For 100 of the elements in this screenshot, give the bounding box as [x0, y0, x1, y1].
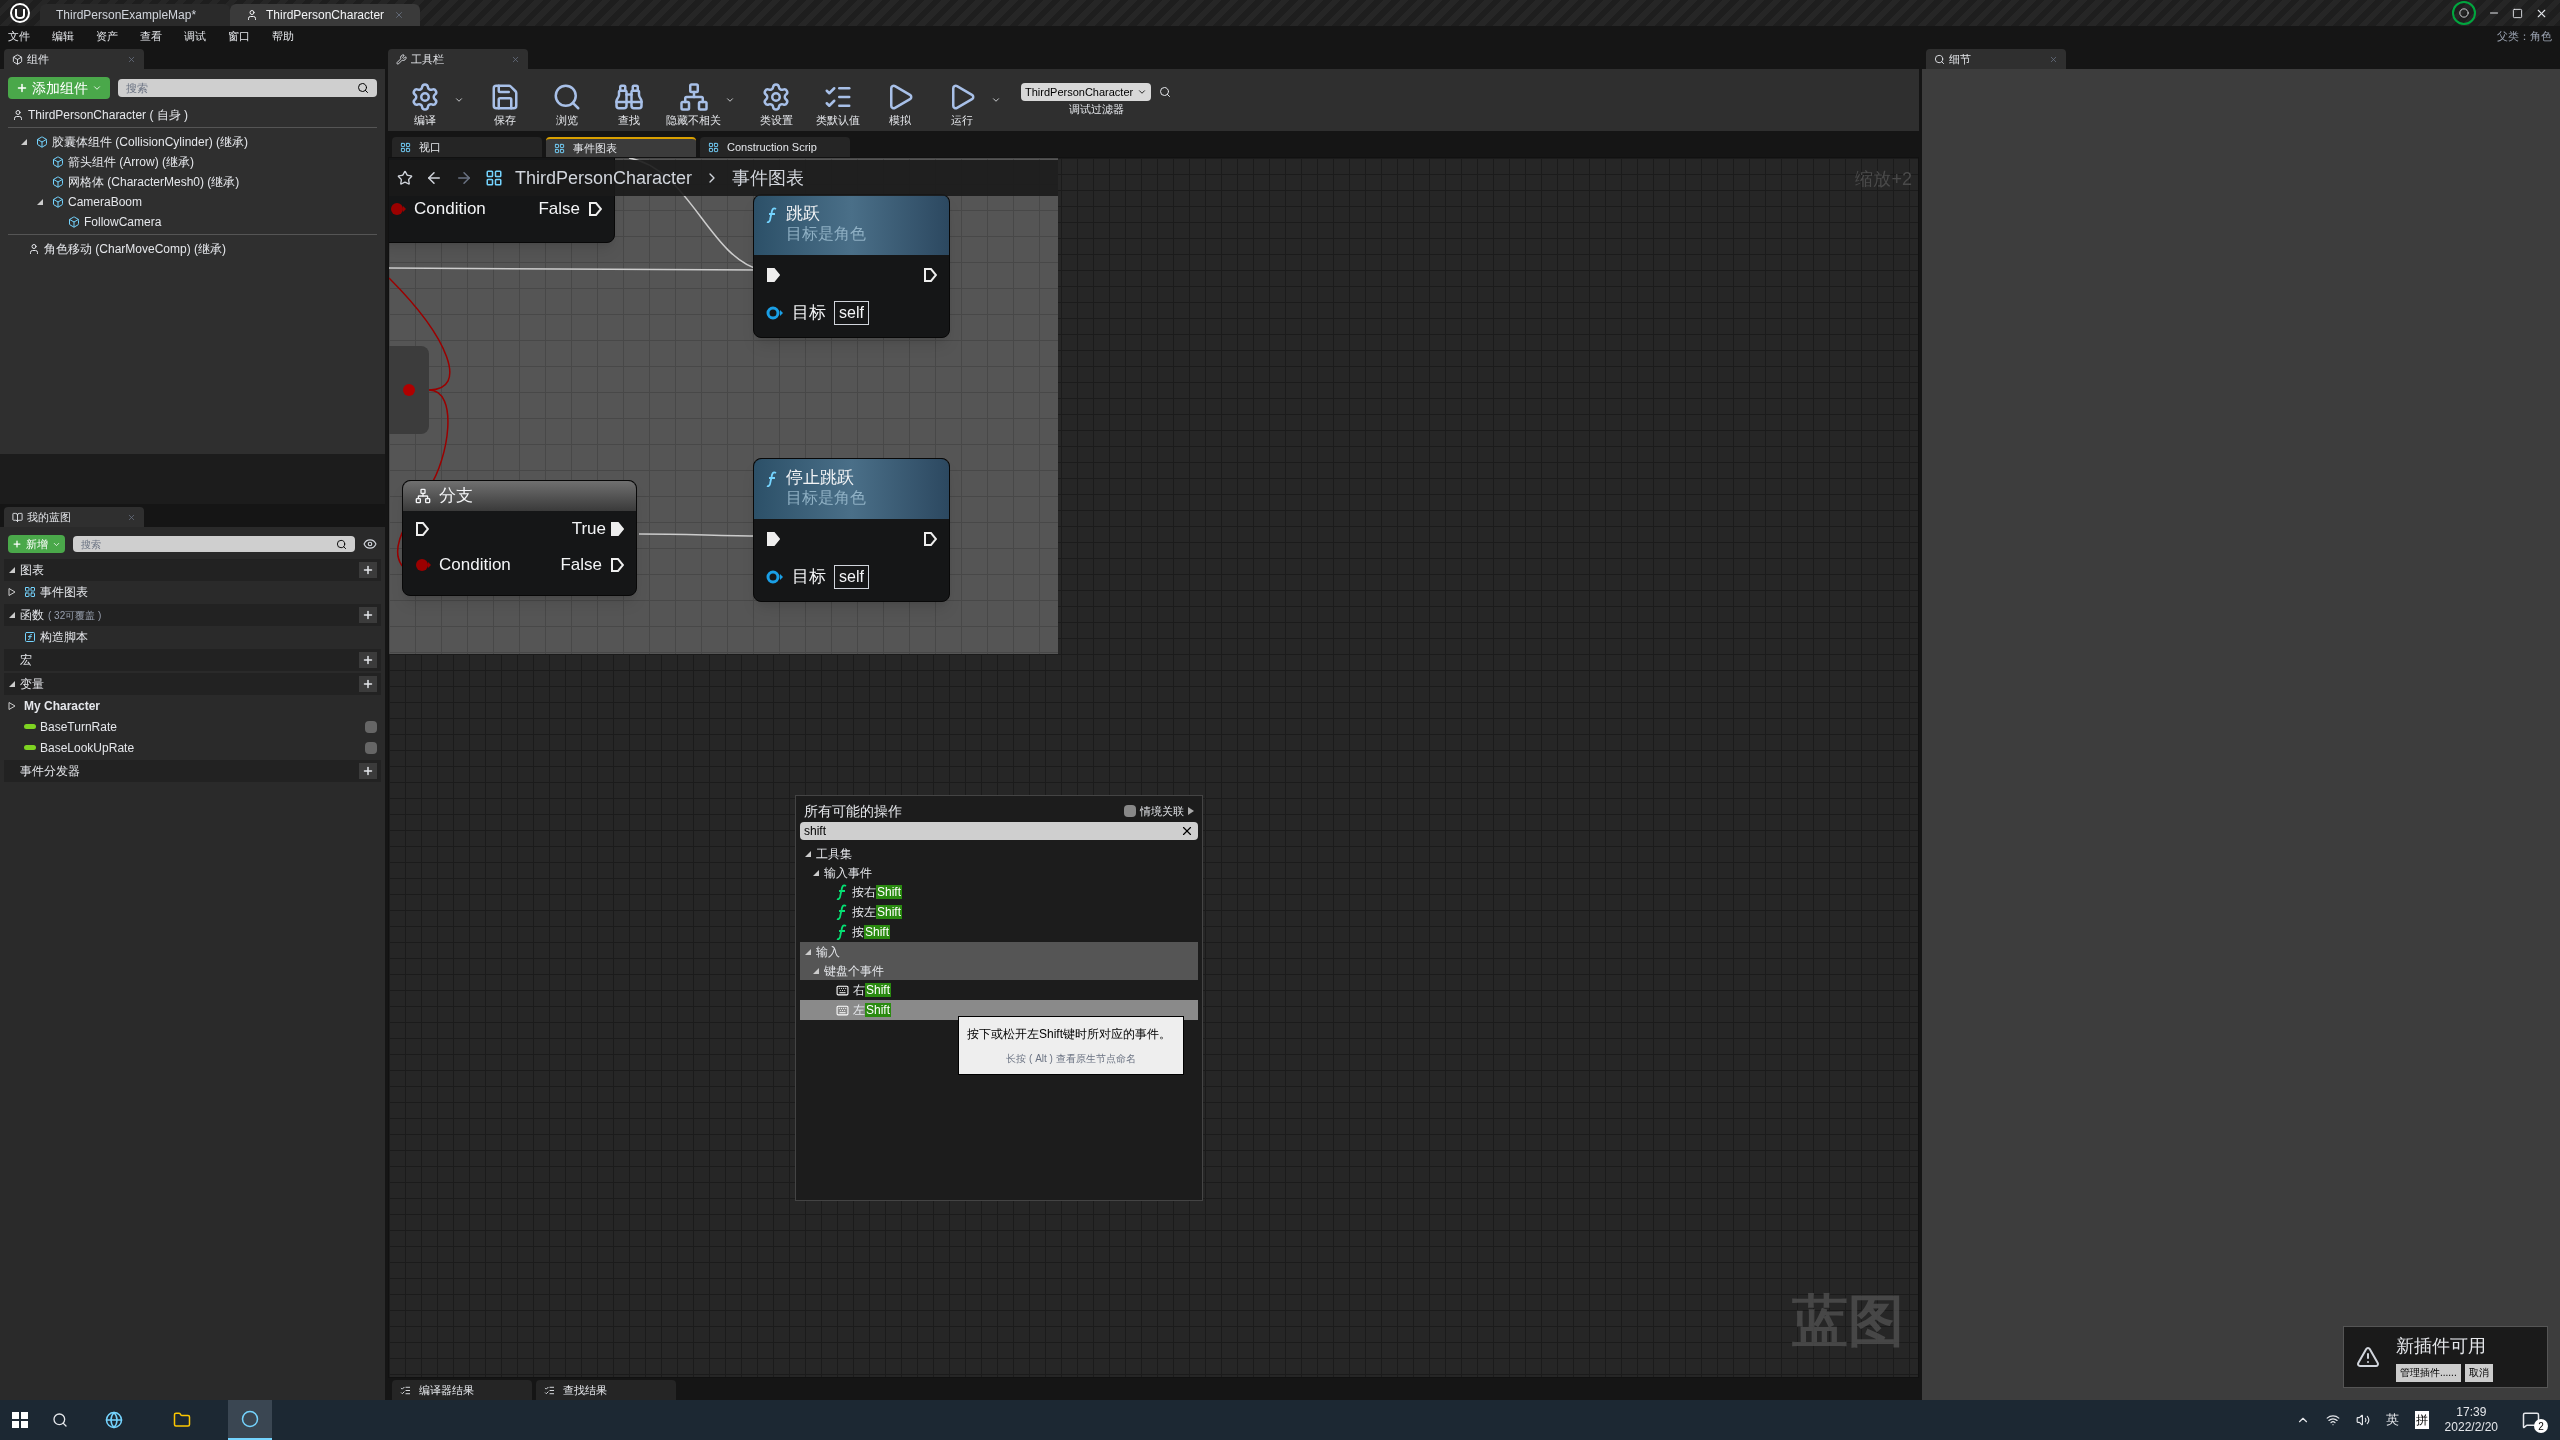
favorite-icon[interactable]: [397, 170, 413, 186]
tree-item[interactable]: 胶囊体组件 (CollisionCylinder) (继承): [20, 132, 377, 152]
bottom-tab[interactable]: 查找结果: [536, 1380, 676, 1400]
blueprint-item[interactable]: BaseLookUpRate: [4, 737, 381, 758]
toolbar-button[interactable]: 运行: [933, 72, 1009, 128]
clock[interactable]: 17:39 2022/2/20: [2444, 1405, 2498, 1435]
clear-icon[interactable]: [1180, 824, 1194, 838]
toolbar-button[interactable]: 隐藏不相关: [662, 72, 743, 128]
search-icon[interactable]: [1159, 85, 1172, 98]
notification-button[interactable]: 取消: [2464, 1363, 2493, 1382]
menu-item[interactable]: 窗口: [228, 27, 250, 45]
back-icon[interactable]: [425, 169, 443, 187]
add-icon[interactable]: [359, 607, 377, 623]
menu-item[interactable]: 调试: [184, 27, 206, 45]
exec-pin-icon[interactable]: [610, 557, 624, 573]
exec-pin-icon[interactable]: [923, 531, 937, 547]
section-header[interactable]: 变量: [4, 673, 381, 695]
action-item[interactable]: 按左Shift: [800, 902, 1198, 922]
blueprint-item[interactable]: 事件图表: [4, 581, 381, 602]
panel-tab[interactable]: 我的蓝图: [4, 507, 144, 527]
tree-item[interactable]: 角色移动 (CharMoveComp) (继承): [8, 234, 377, 258]
expanded-arrow-icon[interactable]: [812, 966, 820, 975]
toolbar-button[interactable]: 编译: [396, 72, 472, 128]
search-field[interactable]: shift: [800, 822, 1198, 840]
panel-tab[interactable]: 组件: [4, 49, 144, 69]
action-item[interactable]: 按Shift: [800, 922, 1198, 942]
object-pin-icon[interactable]: [766, 306, 784, 320]
object-pin-icon[interactable]: [766, 570, 784, 584]
exec-pin-icon[interactable]: [766, 531, 780, 547]
debug-filter-dropdown[interactable]: ThirdPersonCharacter: [1021, 82, 1152, 101]
panel-tab[interactable]: 细节: [1926, 49, 2066, 69]
action-item[interactable]: 按右Shift: [800, 882, 1198, 902]
section-header[interactable]: 图表: [4, 559, 381, 581]
pin-value-field[interactable]: self: [834, 301, 869, 325]
tree-item[interactable]: ThirdPersonCharacter ( 自身 ): [4, 105, 381, 125]
add-icon[interactable]: [359, 676, 377, 692]
exec-pin-icon[interactable]: [610, 521, 624, 537]
maximize-icon[interactable]: [2512, 7, 2523, 19]
blueprint-item[interactable]: 构造脚本: [4, 626, 381, 647]
windows-logo-icon[interactable]: [12, 1412, 28, 1428]
visibility-toggle[interactable]: [365, 741, 377, 754]
forward-icon[interactable]: [455, 169, 473, 187]
toolbar-button[interactable]: 保存: [476, 72, 534, 128]
expanded-arrow-icon[interactable]: [8, 680, 16, 688]
add-icon[interactable]: [359, 562, 377, 578]
exec-pin-icon[interactable]: [923, 267, 937, 283]
menu-item[interactable]: 编辑: [52, 27, 74, 45]
expanded-arrow-icon[interactable]: [804, 947, 812, 956]
toolbar-button[interactable]: 查找: [600, 72, 658, 128]
visibility-toggle[interactable]: [365, 720, 377, 733]
notification-button[interactable]: 管理插件......: [2396, 1363, 2461, 1382]
bottom-tab[interactable]: 编译器结果: [392, 1380, 532, 1400]
panel-tab[interactable]: 工具栏: [388, 49, 528, 69]
document-tab[interactable]: ThirdPersonCharacter: [230, 4, 420, 26]
volume-icon[interactable]: [2355, 1413, 2370, 1427]
tree-item[interactable]: FollowCamera: [52, 212, 377, 232]
breadcrumb-item[interactable]: 事件图表: [732, 164, 805, 192]
search-icon[interactable]: [52, 1412, 68, 1428]
expanded-arrow-icon[interactable]: [36, 198, 44, 206]
section-header[interactable]: 事件分发器: [4, 760, 381, 782]
expanded-arrow-icon[interactable]: [812, 868, 820, 877]
blueprint-item[interactable]: BaseTurnRate: [4, 716, 381, 737]
category-row[interactable]: 工具集: [800, 844, 1198, 863]
branch-node[interactable]: 分支 True Condition False: [402, 480, 637, 596]
toolbar-button[interactable]: 模拟: [871, 72, 929, 128]
wifi-icon[interactable]: [2325, 1413, 2340, 1427]
section-header[interactable]: 函数 ( 32可覆盖 ): [4, 604, 381, 626]
context-checkbox[interactable]: [1124, 805, 1136, 817]
category-row[interactable]: 输入: [800, 942, 1198, 961]
menu-item[interactable]: 资产: [96, 27, 118, 45]
expanded-arrow-icon[interactable]: [8, 611, 16, 619]
action-item[interactable]: 右Shift: [800, 980, 1198, 1000]
add-icon[interactable]: [359, 652, 377, 668]
menu-item[interactable]: 文件: [8, 27, 30, 45]
toolbar-button[interactable]: 类默认值: [809, 72, 867, 128]
exec-pin-icon[interactable]: [766, 267, 780, 283]
tree-item[interactable]: CameraBoom: [36, 192, 377, 212]
expanded-arrow-icon[interactable]: [8, 566, 16, 574]
editor-tab[interactable]: Construction Scrip: [700, 137, 850, 157]
ime-mode[interactable]: 拼: [2414, 1411, 2429, 1429]
pin-value-field[interactable]: self: [834, 565, 869, 589]
editor-tab[interactable]: 事件图表: [546, 137, 696, 157]
function-node[interactable]: 跳跃 目标是角色 目标 self: [753, 194, 950, 338]
visibility-icon[interactable]: [363, 537, 377, 551]
category-row[interactable]: 键盘个事件: [800, 961, 1198, 980]
tree-item[interactable]: 网格体 (CharacterMesh0) (继承): [36, 172, 377, 192]
document-tab[interactable]: ThirdPersonExampleMap*: [40, 4, 230, 26]
exec-pin-icon[interactable]: [415, 521, 429, 537]
toolbar-button[interactable]: 类设置: [747, 72, 805, 128]
blueprint-item[interactable]: My Character: [4, 695, 381, 716]
graph-canvas[interactable]: [388, 157, 1919, 1378]
collapsed-arrow-icon[interactable]: [8, 587, 16, 596]
add-icon[interactable]: [359, 763, 377, 779]
section-header[interactable]: 宏: [4, 649, 381, 671]
exec-pin-icon[interactable]: [588, 201, 602, 217]
menu-item[interactable]: 查看: [140, 27, 162, 45]
collapsed-arrow-icon[interactable]: [8, 701, 16, 710]
input-language[interactable]: 英: [2385, 1410, 2399, 1430]
expanded-arrow-icon[interactable]: [804, 849, 812, 858]
taskbar-app[interactable]: [228, 1400, 272, 1440]
